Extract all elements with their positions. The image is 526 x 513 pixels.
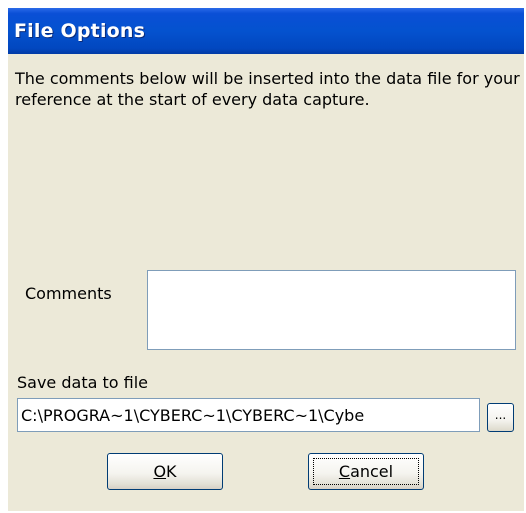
save-data-to-file-label: Save data to file (17, 373, 148, 392)
ok-accelerator: O (153, 462, 167, 481)
comments-label: Comments (25, 284, 112, 303)
cancel-accelerator: C (338, 462, 351, 481)
file-path-input[interactable] (17, 398, 480, 432)
file-options-dialog: File Options The comments below will be … (8, 8, 524, 511)
dialog-title: File Options (14, 20, 146, 42)
cancel-label-rest: ancel (350, 462, 394, 481)
title-bar[interactable]: File Options (8, 8, 524, 54)
ok-label-rest: K (166, 462, 177, 481)
browse-button[interactable]: ... (487, 403, 514, 432)
ok-button[interactable]: OK (107, 453, 223, 490)
description-text: The comments below will be inserted into… (15, 69, 520, 109)
ok-button-label: OK (153, 462, 176, 481)
cancel-button-label: Cancel (339, 462, 393, 481)
comments-textarea[interactable] (147, 270, 516, 350)
cancel-button[interactable]: Cancel (308, 453, 424, 490)
